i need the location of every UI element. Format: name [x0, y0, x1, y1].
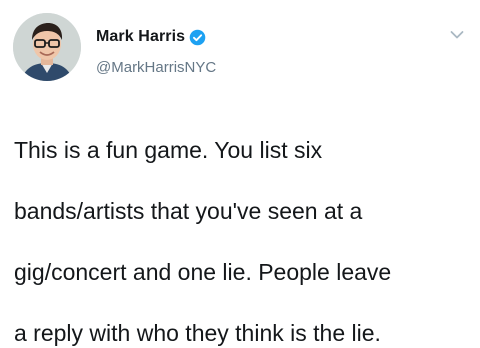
verified-badge-icon [189, 29, 206, 45]
profile-photo-icon [13, 13, 81, 81]
tweet-text-line: This is a fun game. You list six [14, 136, 323, 163]
tweet-card: Mark Harris @MarkHarrisNYC This is a fun… [0, 0, 480, 346]
display-name[interactable]: Mark Harris [96, 28, 185, 46]
avatar[interactable] [13, 13, 81, 81]
tweet-text-line: a reply with who they think is the lie. [14, 319, 381, 346]
tweet-text: This is a fun game. You list six bands/a… [14, 104, 474, 348]
user-handle[interactable]: @MarkHarrisNYC [96, 59, 216, 76]
chevron-down-icon[interactable] [450, 30, 464, 40]
display-name-row: Mark Harris [96, 27, 206, 47]
tweet-text-line: bands/artists that you've seen at a [14, 197, 363, 224]
